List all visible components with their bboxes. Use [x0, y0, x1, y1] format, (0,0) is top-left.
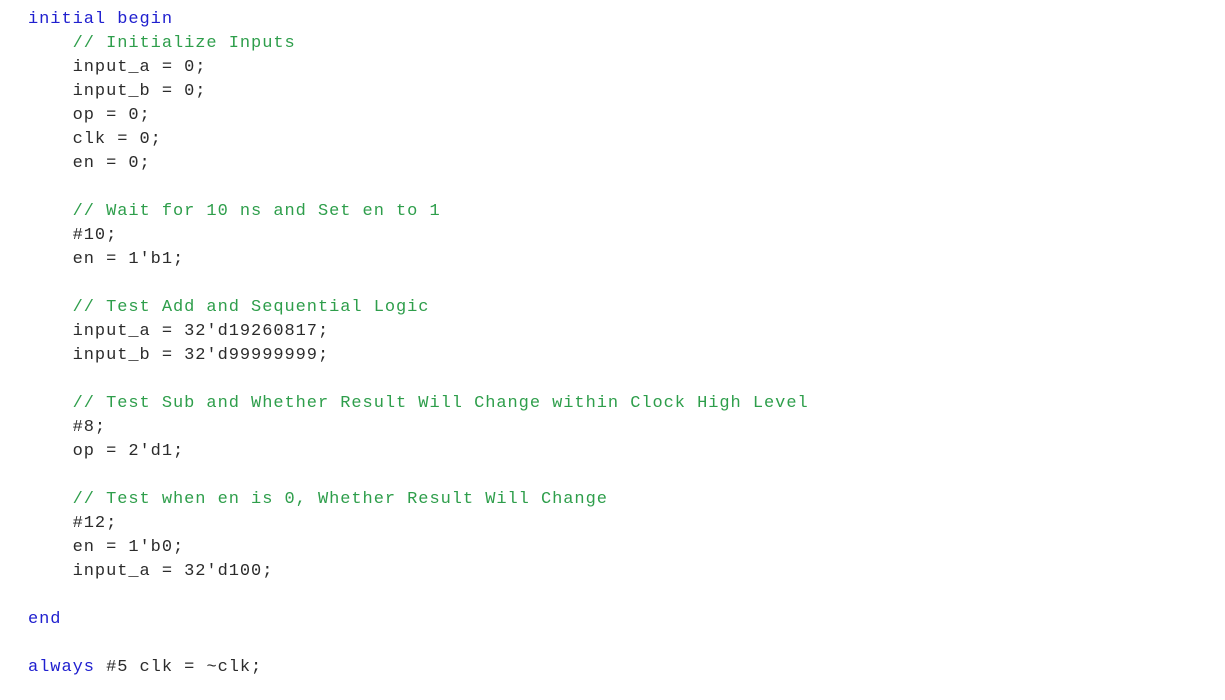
- code-line: initial begin: [0, 8, 1225, 32]
- code-token-comment: // Test when en is 0, Whether Result Wil…: [72, 490, 608, 509]
- code-token-plain: clk = 0;: [72, 130, 162, 149]
- code-token-indent: [28, 418, 73, 437]
- code-token-indent: [28, 226, 73, 245]
- code-token-indent: [28, 346, 73, 365]
- code-line: #8;: [0, 416, 1225, 440]
- code-token-plain: #8;: [72, 418, 107, 437]
- code-token-indent: [28, 538, 73, 557]
- code-line: input_b = 0;: [0, 80, 1225, 104]
- code-token-plain: en = 1'b1;: [72, 250, 185, 269]
- code-token-comment: // Initialize Inputs: [72, 34, 296, 53]
- code-token-plain: op = 0;: [72, 106, 151, 125]
- code-line: always #5 clk = ~clk;: [0, 656, 1225, 680]
- code-line: input_a = 32'd19260817;: [0, 320, 1225, 344]
- code-token-indent: [28, 154, 73, 173]
- code-line: // Initialize Inputs: [0, 32, 1225, 56]
- code-token-indent: [28, 322, 73, 341]
- code-token-plain: en = 0;: [72, 154, 151, 173]
- code-token-indent: [28, 562, 73, 581]
- code-token-indent: [28, 130, 73, 149]
- code-line: // Test when en is 0, Whether Result Wil…: [0, 488, 1225, 512]
- code-token-comment: // Test Add and Sequential Logic: [72, 298, 430, 317]
- code-token-keyword: end: [28, 610, 62, 629]
- code-token-plain: input_a = 32'd19260817;: [72, 322, 330, 341]
- code-token-indent: [28, 442, 73, 461]
- code-token-plain: en = 1'b0;: [72, 538, 185, 557]
- code-token-plain: input_a = 0;: [72, 58, 207, 77]
- code-token-keyword: always: [28, 658, 95, 677]
- code-token-keyword: initial begin: [28, 10, 173, 29]
- code-line: end: [0, 608, 1225, 632]
- code-line: // Test Add and Sequential Logic: [0, 296, 1225, 320]
- code-listing[interactable]: initial begin // Initialize Inputs input…: [0, 0, 1225, 680]
- code-line: en = 1'b1;: [0, 248, 1225, 272]
- code-token-plain: op = 2'd1;: [72, 442, 185, 461]
- code-line: input_a = 32'd100;: [0, 560, 1225, 584]
- code-line: // Test Sub and Whether Result Will Chan…: [0, 392, 1225, 416]
- code-token-plain: #5 clk = ~clk;: [94, 658, 263, 677]
- code-line: // Wait for 10 ns and Set en to 1: [0, 200, 1225, 224]
- code-line: op = 2'd1;: [0, 440, 1225, 464]
- code-token-comment: // Test Sub and Whether Result Will Chan…: [72, 394, 809, 413]
- code-line: #10;: [0, 224, 1225, 248]
- code-line: clk = 0;: [0, 128, 1225, 152]
- code-line: en = 1'b0;: [0, 536, 1225, 560]
- code-token-indent: [28, 202, 73, 221]
- code-token-indent: [28, 82, 73, 101]
- code-token-plain: #10;: [72, 226, 118, 245]
- code-line: input_b = 32'd99999999;: [0, 344, 1225, 368]
- code-line: #12;: [0, 512, 1225, 536]
- code-token-indent: [28, 250, 73, 269]
- code-token-indent: [28, 514, 73, 533]
- code-token-plain: #12;: [72, 514, 118, 533]
- code-token-plain: input_b = 32'd99999999;: [72, 346, 330, 365]
- code-line: input_a = 0;: [0, 56, 1225, 80]
- code-token-comment: // Wait for 10 ns and Set en to 1: [72, 202, 441, 221]
- code-token-indent: [28, 58, 73, 77]
- code-token-indent: [28, 298, 73, 317]
- code-token-plain: input_a = 32'd100;: [72, 562, 274, 581]
- code-token-plain: input_b = 0;: [72, 82, 207, 101]
- code-token-indent: [28, 394, 73, 413]
- code-token-indent: [28, 106, 73, 125]
- code-line: en = 0;: [0, 152, 1225, 176]
- code-token-indent: [28, 490, 73, 509]
- code-line: op = 0;: [0, 104, 1225, 128]
- code-token-indent: [28, 34, 73, 53]
